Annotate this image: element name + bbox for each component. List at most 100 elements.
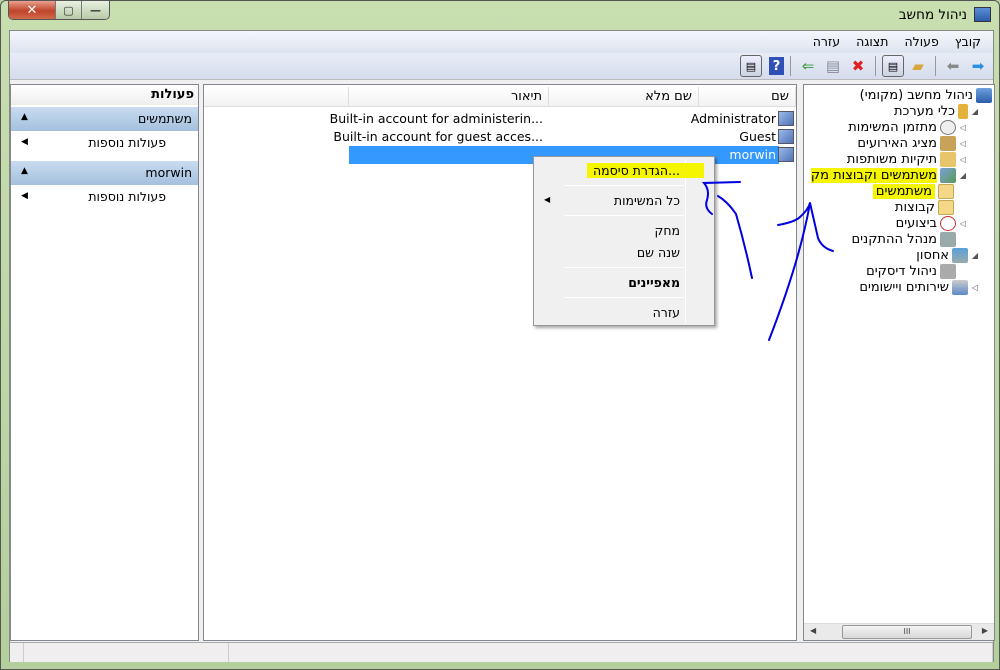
clock-icon xyxy=(940,119,956,135)
collapsed-icon[interactable]: ◁ xyxy=(970,283,980,292)
tree-item-disk-management[interactable]: ניהול דיסקים xyxy=(866,263,956,279)
close-button[interactable]: ✕ xyxy=(9,1,56,19)
tree-item-root[interactable]: ניהול מחשב (מקומי) xyxy=(860,87,992,103)
folder-icon xyxy=(938,183,954,199)
actions-group-users[interactable]: ▲ משתמשים xyxy=(11,107,198,131)
expanded-icon[interactable]: ◢ xyxy=(970,251,980,260)
menu-view[interactable]: תצוגה xyxy=(848,31,896,53)
scroll-left-icon[interactable]: ◀ xyxy=(810,626,816,635)
storage-icon xyxy=(952,247,968,263)
tree-item-event-viewer[interactable]: ◁ מציג האירועים xyxy=(857,135,968,151)
column-header-full-name[interactable]: שם מלא xyxy=(549,87,699,107)
user-name: morwin xyxy=(729,147,776,162)
tree-item-performance[interactable]: ◁ ביצועים xyxy=(896,215,968,231)
event-log-icon xyxy=(940,135,956,151)
delete-icon[interactable]: ✖ xyxy=(847,55,869,77)
tree-item-users[interactable]: משתמשים xyxy=(872,183,954,199)
group-label: morwin xyxy=(145,165,192,180)
menu-help[interactable]: עזרה xyxy=(805,31,848,53)
menu-separator xyxy=(564,297,684,298)
export-list-icon[interactable]: ⇐ xyxy=(797,55,819,77)
users-groups-icon xyxy=(940,167,956,183)
window-controls: ✕ ▢ — xyxy=(8,1,110,20)
help-icon[interactable]: ? xyxy=(769,57,784,75)
tree-item-device-manager[interactable]: מנהל ההתקנים xyxy=(851,231,956,247)
tree-item-groups[interactable]: קבוצות xyxy=(895,199,954,215)
tree-label: מנהל ההתקנים xyxy=(851,231,937,247)
computer-icon xyxy=(976,87,992,103)
actions-group-morwin[interactable]: ▲ morwin xyxy=(11,161,198,185)
tree-label: תיקיות משותפות xyxy=(846,151,937,167)
folder-icon xyxy=(938,199,954,215)
column-header-description[interactable]: תיאור xyxy=(349,87,549,107)
services-icon xyxy=(952,279,968,295)
scroll-thumb[interactable]: III xyxy=(842,625,972,639)
tree-item-system-tools[interactable]: ◢ כלי מערכת xyxy=(894,103,980,119)
group-label: משתמשים xyxy=(138,111,192,126)
menu-separator xyxy=(564,185,684,186)
actions-pane: פעולות ▲ משתמשים ◀ פעולות נוספות ▲ morwi… xyxy=(10,84,199,641)
shared-folder-icon xyxy=(940,151,956,167)
computer-management-icon xyxy=(974,7,991,22)
collapse-icon[interactable]: ▲ xyxy=(21,112,28,122)
up-folder-icon[interactable]: ▰ xyxy=(907,55,929,77)
tree-label: מציג האירועים xyxy=(857,135,937,151)
window-frame: ✕ ▢ — ניהול מחשב קובץ פעולה תצוגה עזרה ➡… xyxy=(0,0,1000,670)
tree-label: מתזמן המשימות xyxy=(848,119,937,135)
table-row[interactable]: Guest Built-in account for guest acces..… xyxy=(204,128,796,146)
tree-item-services-apps[interactable]: ◁ שירותים ויישומים xyxy=(859,279,980,295)
user-name: Guest xyxy=(739,129,776,144)
menu-item-properties[interactable]: מאפיינים xyxy=(628,275,680,290)
action-label: פעולות נוספות xyxy=(88,135,166,150)
menu-item-rename[interactable]: שנה שם xyxy=(637,245,680,260)
horizontal-scrollbar[interactable]: ◀ III ▶ xyxy=(804,623,994,640)
tree-label: ביצועים xyxy=(895,215,937,231)
collapse-icon[interactable]: ▲ xyxy=(21,166,28,176)
column-header-name[interactable]: שם xyxy=(699,87,796,107)
tree-item-shared-folders[interactable]: ◁ תיקיות משותפות xyxy=(847,151,968,167)
tree-item-local-users-groups[interactable]: ◢ משתמשים וקבוצות מק xyxy=(810,167,968,183)
expanded-icon[interactable]: ◢ xyxy=(958,171,968,180)
tree-item-storage[interactable]: ◢ אחסון xyxy=(916,247,980,263)
properties-icon[interactable]: ▤ xyxy=(822,55,844,77)
scroll-right-icon[interactable]: ▶ xyxy=(982,626,988,635)
device-manager-icon xyxy=(940,231,956,247)
minimize-button[interactable]: — xyxy=(82,1,109,19)
client-area: קובץ פעולה תצוגה עזרה ➡ ⬅ ▰ ▤ ✖ ▤ ⇐ ? ▤ … xyxy=(9,30,995,662)
collapsed-icon[interactable]: ◁ xyxy=(958,123,968,132)
tree-item-task-scheduler[interactable]: ◁ מתזמן המשימות xyxy=(848,119,968,135)
user-icon xyxy=(778,129,794,144)
show-hide-action-pane-icon[interactable]: ▤ xyxy=(740,55,762,77)
tools-icon xyxy=(958,103,968,119)
menu-action[interactable]: פעולה xyxy=(896,31,946,53)
show-hide-tree-icon[interactable]: ▤ xyxy=(882,55,904,77)
back-icon[interactable]: ⬅ xyxy=(942,55,964,77)
menu-item-all-tasks[interactable]: כל המשימות xyxy=(614,193,680,208)
more-actions-users[interactable]: ◀ פעולות נוספות xyxy=(11,131,198,155)
table-row[interactable]: Administrator Built-in account for admin… xyxy=(204,110,796,128)
menu-item-help[interactable]: עזרה xyxy=(653,305,680,320)
collapsed-icon[interactable]: ◁ xyxy=(958,155,968,164)
column-header-empty xyxy=(204,87,349,107)
more-actions-morwin[interactable]: ◀ פעולות נוספות xyxy=(11,185,198,209)
status-segment xyxy=(229,643,993,662)
title-bar[interactable]: ✕ ▢ — ניהול מחשב xyxy=(1,1,1000,29)
console-tree: ניהול מחשב (מקומי) ◢ כלי מערכת ◁ מתזמן ה… xyxy=(803,84,995,641)
collapsed-icon[interactable]: ◁ xyxy=(958,219,968,228)
maximize-button[interactable]: ▢ xyxy=(56,1,82,19)
user-icon xyxy=(778,147,794,162)
collapsed-icon[interactable]: ◁ xyxy=(958,139,968,148)
context-menu: הגדרת סיסמה... כל המשימות ◀ מחק שנה שם מ… xyxy=(533,156,715,326)
expanded-icon[interactable]: ◢ xyxy=(970,107,980,116)
status-segment xyxy=(10,643,24,662)
menu-file[interactable]: קובץ xyxy=(947,31,989,53)
menu-item-delete[interactable]: מחק xyxy=(654,223,680,238)
toolbar: ➡ ⬅ ▰ ▤ ✖ ▤ ⇐ ? ▤ xyxy=(10,53,993,80)
menu-bar: קובץ פעולה תצוגה עזרה xyxy=(10,31,993,53)
user-description: Built-in account for guest acces... xyxy=(333,129,543,144)
menu-item-set-password[interactable]: הגדרת סיסמה... xyxy=(587,163,704,178)
tree-label: משתמשים וקבוצות מק xyxy=(810,167,937,183)
toolbar-separator xyxy=(935,56,936,76)
forward-icon[interactable]: ➡ xyxy=(967,55,989,77)
actions-title: פעולות xyxy=(11,85,198,105)
